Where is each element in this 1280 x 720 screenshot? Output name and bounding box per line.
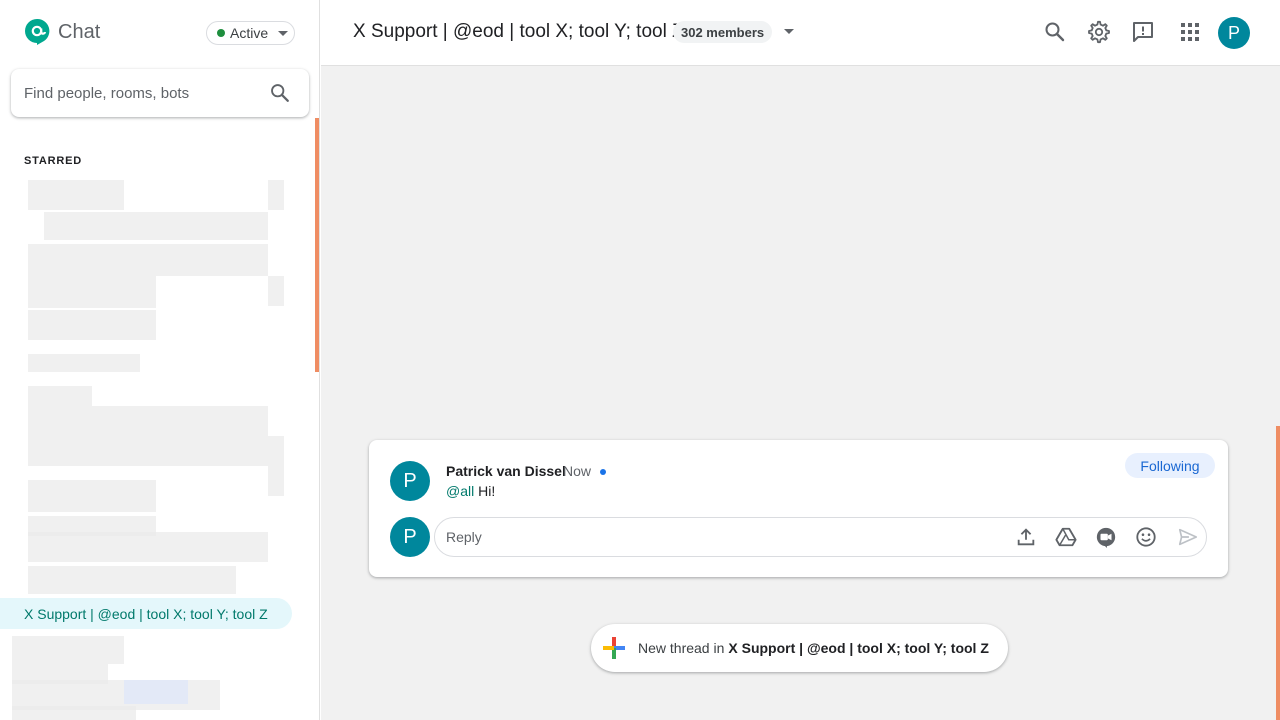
following-button[interactable]: Following: [1125, 453, 1215, 478]
status-label: Active: [230, 25, 269, 41]
chat-logo[interactable]: Chat: [24, 18, 100, 46]
account-avatar[interactable]: P: [1218, 17, 1250, 49]
emoji-icon[interactable]: [1135, 526, 1157, 548]
chat-logo-icon: [25, 18, 50, 45]
new-thread-label: New thread in: [638, 640, 725, 656]
room-title[interactable]: X Support | @eod | tool X; tool Y; tool …: [353, 21, 684, 43]
meet-icon[interactable]: [1095, 526, 1117, 548]
feedback-icon[interactable]: [1131, 20, 1155, 44]
app-name: Chat: [58, 20, 101, 43]
unread-dot-icon: [600, 469, 606, 475]
new-thread-room: X Support | @eod | tool X; tool Y; tool …: [728, 640, 989, 656]
apps-icon[interactable]: [1178, 20, 1202, 44]
plus-icon: [603, 637, 625, 659]
main-panel: X Support | @eod | tool X; tool Y; tool …: [321, 0, 1280, 720]
thread-card: P Patrick van Dissel Now @all Hi! Follow…: [369, 440, 1228, 577]
new-thread-button[interactable]: New thread in X Support | @eod | tool X;…: [591, 624, 1008, 672]
message-author[interactable]: Patrick van Dissel: [446, 463, 566, 479]
members-chip[interactable]: 302 members: [673, 21, 773, 43]
status-dropdown[interactable]: Active: [206, 21, 295, 45]
sidebar-scroll-indicator[interactable]: [315, 118, 319, 372]
main-scroll-indicator[interactable]: [1276, 426, 1280, 720]
search-icon[interactable]: [1043, 20, 1067, 44]
status-dot-icon: [217, 29, 225, 37]
mention[interactable]: @all: [446, 483, 474, 499]
upload-icon[interactable]: [1015, 526, 1037, 548]
reply-box: [434, 517, 1207, 557]
sidebar: Chat Active STARRED: [0, 0, 320, 720]
search-input[interactable]: [24, 84, 264, 102]
reply-avatar: P: [390, 517, 430, 557]
message-timestamp: Now: [563, 463, 592, 479]
caret-down-icon[interactable]: [784, 29, 794, 34]
settings-icon[interactable]: [1087, 20, 1111, 44]
section-label-starred: STARRED: [24, 155, 82, 167]
message-body: @all Hi!: [446, 483, 495, 499]
search-icon[interactable]: [269, 82, 291, 104]
sidebar-item-active-room[interactable]: X Support | @eod | tool X; tool Y; tool …: [0, 598, 292, 629]
reply-input[interactable]: [446, 529, 986, 545]
caret-down-icon: [278, 30, 289, 36]
sidebar-search: [11, 69, 309, 117]
message-text: Hi!: [478, 483, 496, 499]
author-avatar[interactable]: P: [390, 461, 430, 501]
room-header: X Support | @eod | tool X; tool Y; tool …: [321, 0, 1280, 66]
drive-icon[interactable]: [1055, 526, 1077, 548]
send-icon[interactable]: [1177, 526, 1199, 548]
